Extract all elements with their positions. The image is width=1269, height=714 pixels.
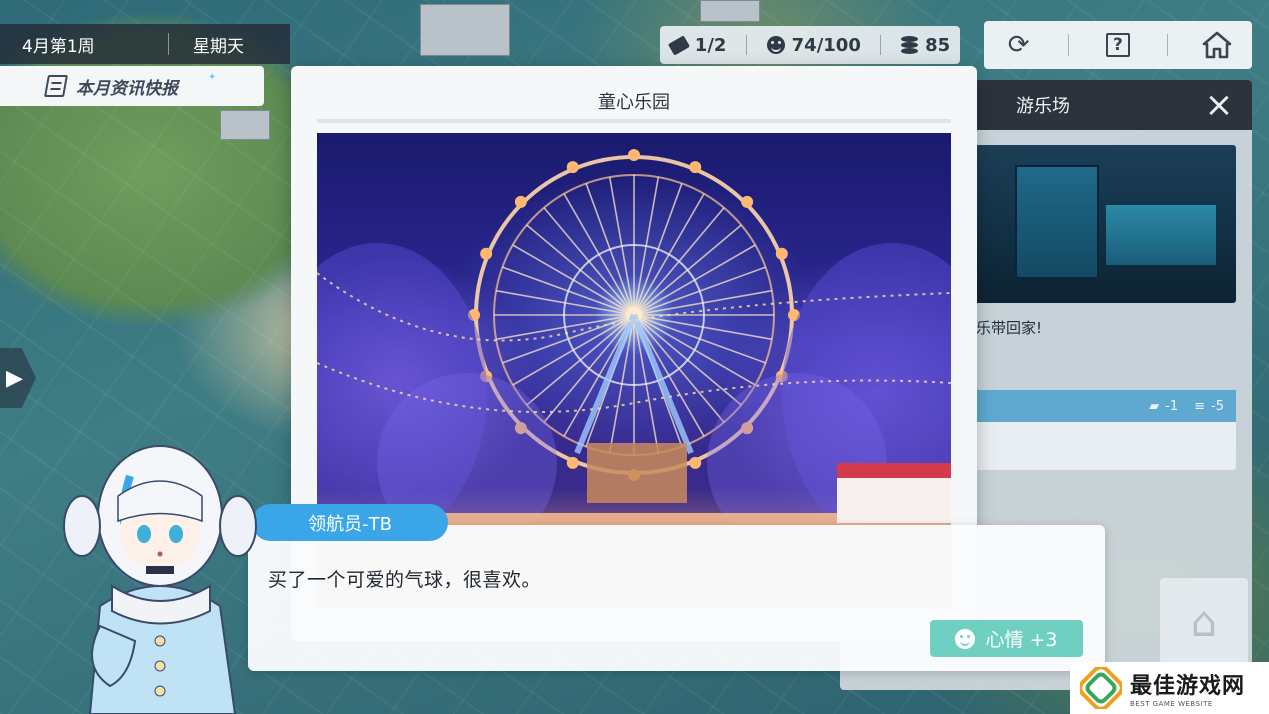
mood-reward-value: 心情 +3 [985,629,1058,651]
news-label: 本月资讯快报 [76,78,178,99]
divider [880,35,882,55]
mood-counter: 74/100 [766,34,861,56]
refresh-button[interactable]: ⟳ [999,25,1039,65]
mood-reward-badge: 心情 +3 [930,620,1083,657]
ticket-cost: -1 [1165,398,1179,414]
site-watermark: 最佳游戏网 BEST GAME WEBSITE [1070,662,1269,714]
ticket-value: 1/2 [694,34,727,56]
wheel-gondola [775,247,788,260]
help-icon: ? [1105,33,1130,57]
divider [1167,34,1169,56]
monthly-news-button[interactable]: 本月资讯快报 ✦ [0,66,264,106]
play-arrow-icon: ▶ [6,365,23,391]
character-portrait [60,436,260,714]
home-icon [1203,31,1232,59]
wheel-gondola [741,195,754,208]
divider [746,35,748,55]
map-building [700,0,760,22]
watermark-text: 最佳游戏网 BEST GAME WEBSITE [1130,668,1245,708]
coin-cost: -5 [1211,398,1224,414]
coin-counter: 85 [901,35,950,56]
speaker-name-tag: 领航员-TB [252,504,448,541]
calendar-bar: 4月第1周 星期天 [0,24,290,64]
coin-stack-icon [901,36,919,54]
ticket-icon: ▰ [1149,398,1160,414]
side-home-button[interactable]: ⌂ [1160,578,1248,664]
help-button[interactable]: ? [1098,25,1138,65]
home-button[interactable] [1197,25,1237,65]
home-icon: ⌂ [1190,596,1218,646]
side-panel-title: 游乐场 [1016,96,1070,117]
dialogue-box[interactable]: 买了一个可爱的气球，很喜欢。 心情 +3 [248,525,1105,671]
smile-icon [766,36,785,54]
sparkle-icon: ✦ [208,72,217,83]
resource-bar: 1/2 74/100 85 [660,26,960,64]
watermark-logo-icon [1080,667,1122,709]
wheel-gondola [514,195,527,208]
wheel-gondola [566,456,579,469]
coin-stack-icon: ≡ [1194,398,1206,414]
mood-value: 74/100 [791,34,861,56]
week-label: 4月第1周 [22,36,95,57]
map-building [420,4,510,56]
wheel-gondola [566,161,579,174]
divider [168,33,169,55]
coin-value: 85 [925,34,951,56]
wheel-gondola [628,149,640,161]
weekday-label: 星期天 [193,36,244,57]
title-divider [317,119,951,123]
refresh-icon: ⟳ [1007,30,1030,60]
divider [1067,34,1069,56]
smile-icon [955,628,976,649]
map-building [220,110,270,140]
newspaper-icon [44,75,68,97]
side-panel-description: 乐带回家! [976,319,1043,337]
activity-option[interactable]: ▰ -1 ≡ -5 [975,390,1236,422]
wheel-gondola [689,456,702,469]
dialog-title: 童心乐园 [598,92,670,113]
activity-option-body [975,422,1236,470]
dialogue-text: 买了一个可爱的气球，很喜欢。 [268,569,542,591]
watermark-name: 最佳游戏网 [1130,674,1246,699]
ticket-icon [667,34,690,56]
watermark-subtitle: BEST GAME WEBSITE [1130,700,1213,708]
wheel-gondola [480,247,493,260]
top-nav: ⟳ ? [984,21,1252,69]
ticket-counter: 1/2 [667,34,727,56]
close-button[interactable]: × [1202,88,1236,122]
wheel-gondola [689,161,702,174]
carousel [587,443,687,503]
aquarium-image [975,145,1236,303]
